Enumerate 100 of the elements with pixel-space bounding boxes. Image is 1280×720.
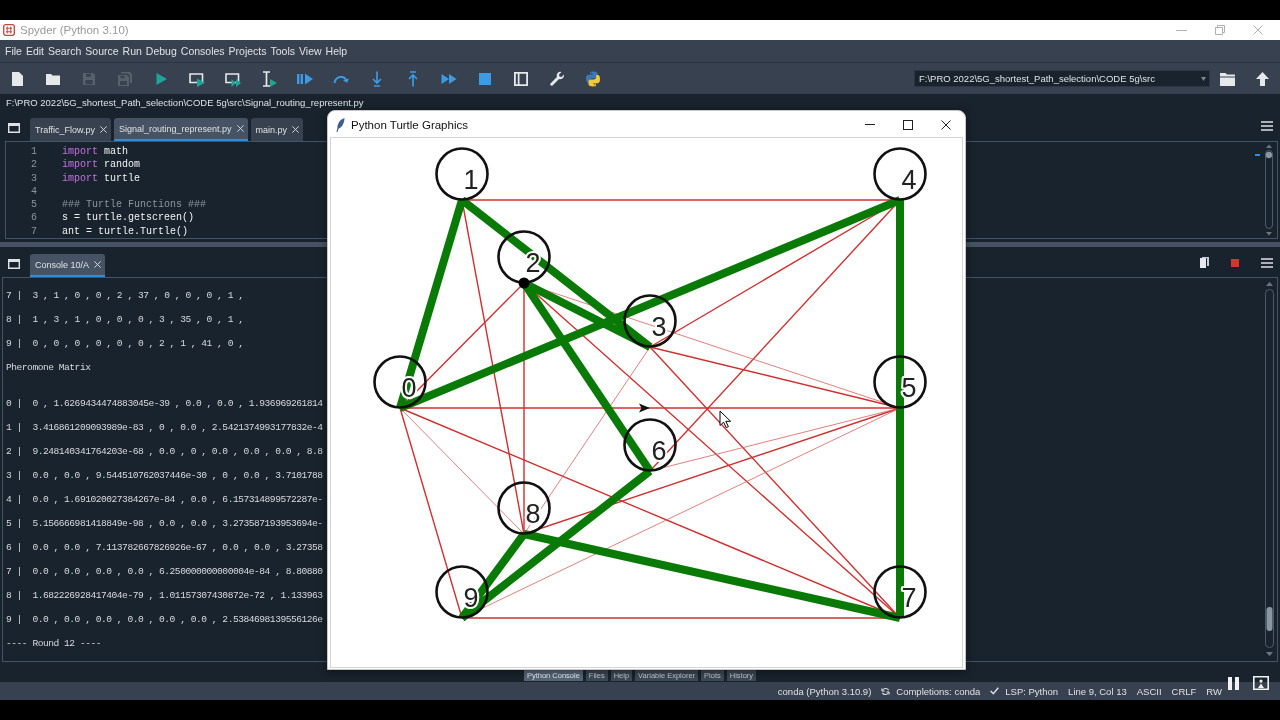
close-icon[interactable] <box>941 119 951 130</box>
line-number: 1 <box>30 145 37 159</box>
stop-icon[interactable] <box>477 70 493 87</box>
menu-item[interactable]: Projects <box>228 45 267 57</box>
window-icon[interactable] <box>8 123 20 133</box>
menu-item[interactable]: Source <box>85 45 119 57</box>
node-circle <box>623 418 677 472</box>
console-line: 9 | 0.0 , 0.0 , 0.0 , 0.0 , 0.0 , 0.0 , 2.5384698139556126e <box>6 613 323 627</box>
console-line: 5 | 5.156666981418849e-98 , 0.0 , 0.0 , 3.273587193953694e- <box>6 517 323 531</box>
menu-item[interactable]: Edit <box>25 45 44 57</box>
console-line: 3 | 0.0 , 0.0 , 9.544510762037446e-30 , 0 , 0.0 , 3.7101788 <box>6 469 323 483</box>
console-line: 7 | 0.0 , 0.0 , 0.0 , 0.0 , 6.250000000000004e-84 , 8.80880 <box>6 565 323 579</box>
node-circle <box>497 230 551 284</box>
line-number: 7 <box>30 224 37 239</box>
node-label: 4 <box>901 165 917 195</box>
menu-item[interactable]: Help <box>325 45 348 57</box>
status-text: Completions: conda <box>896 685 981 697</box>
check-icon <box>990 687 1000 695</box>
menu-item[interactable]: View <box>299 45 322 57</box>
menu-item[interactable]: Search <box>48 45 82 57</box>
file-icon[interactable] <box>9 70 25 87</box>
arrowhead-icon <box>639 403 650 413</box>
dot-marker-icon <box>518 277 530 289</box>
console-line: 9 | 0 , 0 , 0 , 0 , 0 , 0 , 2 , 1 , 41 , 0 , <box>6 337 244 351</box>
code-line: ### Turtle Functions ### <box>62 198 207 212</box>
menu-item[interactable]: Consoles <box>180 45 225 57</box>
console-line: 6 | 0.0 , 0.0 , 7.113782667826926e-67 , 0.0 , 0.0 , 3.27358 <box>6 541 323 555</box>
python-logo-icon[interactable] <box>585 70 601 87</box>
code-line: s = turtle.getscreen() <box>62 211 195 225</box>
node-circle <box>373 355 427 409</box>
menu-item[interactable]: Tools <box>270 45 296 57</box>
code-line: import random <box>62 158 141 172</box>
window-icon[interactable] <box>8 259 20 269</box>
scrollbar[interactable] <box>1264 143 1274 237</box>
wrench-icon[interactable] <box>549 70 565 87</box>
panel-icon[interactable] <box>513 70 529 87</box>
status-text: RW <box>1206 685 1222 697</box>
node-circle <box>873 565 927 619</box>
node-circle <box>435 565 489 619</box>
line-number: 4 <box>30 184 37 199</box>
status-text: LSP: Python <box>1005 685 1059 697</box>
window-title: Python Turtle Graphics <box>351 118 468 131</box>
node-label: 9 <box>463 583 479 613</box>
status-text: Line 9, Col 13 <box>1068 685 1127 697</box>
node-circle <box>623 294 677 348</box>
console-line: 8 | 1.682226928417404e-79 , 1.01157307430872e-72 , 1.133963 <box>6 589 323 603</box>
stop-icon[interactable] <box>1231 258 1239 267</box>
node-label: 3 <box>651 312 667 342</box>
cursor-play-icon[interactable] <box>261 70 277 87</box>
status-text: ASCII <box>1136 685 1162 697</box>
pause-icon[interactable] <box>1228 676 1239 690</box>
node-circle <box>873 147 927 201</box>
line-number: 2 <box>30 158 37 172</box>
line-number: 3 <box>30 171 37 185</box>
status-text: CRLF <box>1171 685 1197 697</box>
caret-icon[interactable] <box>1201 76 1206 81</box>
maximize-icon[interactable] <box>903 119 913 130</box>
line-number: 5 <box>30 198 37 212</box>
console-line: 2 | 9.248140341764203e-68 , 0.0 , 0 , 0.0 , 0.0 , 0.0 , 8.8 <box>6 445 323 459</box>
cell-fast-forward-icon[interactable] <box>225 70 241 87</box>
pages-icon[interactable] <box>1200 257 1209 268</box>
menu-icon[interactable] <box>1261 257 1273 268</box>
folder-icon[interactable] <box>1220 71 1236 86</box>
node-label: 6 <box>651 436 667 466</box>
node-circle <box>873 355 927 409</box>
console-line: 0 | 0 , 1.6269434474883045e-39 , 0.0 , 0.0 , 1.936969261814 <box>6 397 323 411</box>
console-line: Pheromone Matrix <box>6 361 91 375</box>
cell-play-icon[interactable] <box>189 70 205 87</box>
window-title: Spyder (Python 3.10) <box>20 24 129 36</box>
node-circle <box>435 147 489 201</box>
editor-tab[interactable]: Traffic_Flow.py <box>30 118 112 141</box>
dash-marker-icon <box>1255 154 1260 156</box>
scrollbar[interactable] <box>1264 280 1275 659</box>
code-line: import math <box>62 145 129 159</box>
node-circle <box>497 481 551 535</box>
console-line: 8 | 1 , 3 , 1 , 0 , 0 , 0 , 3 , 35 , 0 , 1 , <box>6 313 244 327</box>
up-arrow-icon[interactable] <box>1256 71 1269 86</box>
editor-tab[interactable]: main.py <box>250 118 304 141</box>
code-line: ant = turtle.Turtle() <box>62 224 189 239</box>
down-arrow-icon[interactable] <box>369 70 385 87</box>
file-path: F:\PRO 2022\5G_shortest_Path_selection\CODE 5g\src\Signal_routing_represent.py <box>6 96 364 108</box>
editor-tab[interactable]: Signal_routing_represent.py <box>114 118 248 141</box>
node-label: 1 <box>463 165 479 195</box>
mouse-pointer-icon <box>719 410 732 429</box>
code-line: import turtle <box>62 171 141 185</box>
menu-item[interactable]: Run <box>122 45 142 57</box>
console-tab[interactable]: Console 10/A <box>30 254 106 277</box>
sync-icon <box>881 686 891 696</box>
menu-item[interactable]: File <box>5 45 22 57</box>
feather-icon <box>336 117 345 132</box>
console-line: ---- Round 12 ---- <box>6 637 101 651</box>
line-number: 6 <box>30 211 37 225</box>
console-line: 4 | 0.0 , 1.691020027384267e-84 , 0.0 , 6.157314899572287e- <box>6 493 323 507</box>
console-line: 1 | 3.416861209093989e-83 , 0 , 0.0 , 2.5421374993177832e-4 <box>6 421 323 435</box>
directory-field[interactable]: F:\PRO 2022\5G_shortest_Path_selection\CODE 5g\src <box>914 70 1210 87</box>
status-text: conda (Python 3.10.9) <box>777 685 872 697</box>
app-logo-icon <box>3 24 15 36</box>
menu-icon[interactable] <box>1261 120 1273 131</box>
node-label: 8 <box>525 499 541 529</box>
menu-item[interactable]: Debug <box>145 45 177 57</box>
